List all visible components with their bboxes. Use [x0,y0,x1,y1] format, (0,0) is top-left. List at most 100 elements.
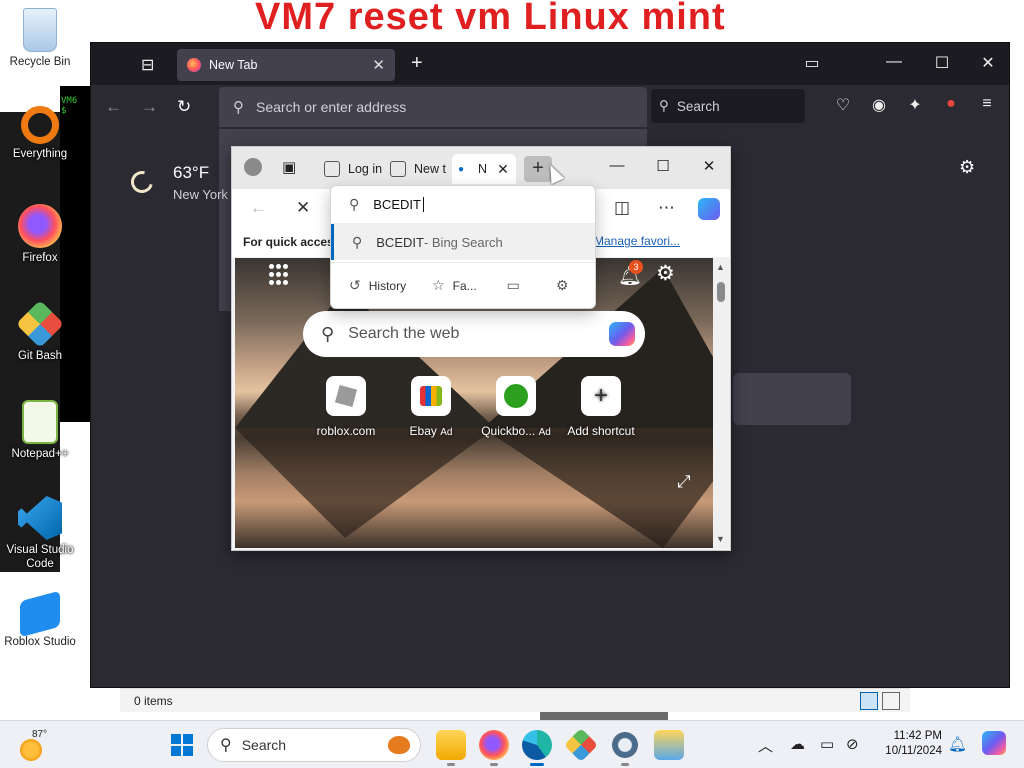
file-explorer-taskbar-icon[interactable] [436,730,466,766]
reload-icon[interactable]: ↻ [177,97,191,117]
desktop-icon-notepadpp[interactable]: Notepad++ [0,400,80,461]
tab-favicon [390,161,406,177]
taskbar-weather-temp: 87° [32,729,48,740]
edge-tab-login[interactable]: Log in [324,154,382,184]
minimize-button[interactable]: — [879,53,909,71]
pocket-icon[interactable]: ♡ [831,95,855,115]
network-offline-icon[interactable]: ☁ [790,735,805,753]
close-button[interactable]: ✕ [973,53,1003,73]
web-search-box[interactable]: ⚲ Search the web [303,311,645,357]
taskbar-search-box[interactable]: ⚲ Search [207,728,421,762]
firefox-tab-new-tab[interactable]: New Tab ✕ [177,49,395,81]
desktop-icon-firefox[interactable]: Firefox [0,204,80,265]
running-indicator [490,763,498,766]
firefox-nav-bar: ← → ↻ ⚲ Search or enter address ⚲ Search… [91,85,1009,129]
pumpkin-search-highlight-icon [388,736,410,754]
minimize-button[interactable]: — [604,157,630,174]
shortcut-quickbooks[interactable]: Quickbo... Ad [471,376,561,438]
ublock-icon[interactable]: ● [939,95,963,113]
system-clock[interactable]: 11:42 PM 10/11/2024 [872,729,942,759]
copilot-icon[interactable] [698,198,720,220]
view-toggle [860,692,900,710]
tab-manager-icon[interactable]: ⊟ [141,55,154,75]
clock-time: 11:42 PM [893,730,942,742]
extensions-icon[interactable]: ✦ [903,95,927,115]
firefox-tab-title: New Tab [209,58,258,72]
edge-tab-active[interactable]: ● N ✕ [452,154,516,184]
copilot-icon[interactable] [609,322,635,346]
desktop-icon-everything[interactable]: Everything [0,106,80,161]
running-indicator [530,763,544,766]
desktop-icon-label: Recycle Bin [9,56,71,68]
plus-icon: + [581,376,621,416]
edge-tab-label: Log in [348,162,382,176]
show-hidden-icons-chevron-icon[interactable]: ︿ [758,735,773,756]
tab-actions-icon[interactable]: ▣ [282,158,296,176]
expand-icon[interactable]: ⤢ [677,472,691,492]
maximize-button[interactable]: ☐ [650,157,676,175]
tiles-view-icon[interactable] [882,692,900,710]
stop-loading-icon[interactable]: ✕ [296,198,310,218]
search-placeholder: Search [676,98,720,114]
git-bash-taskbar-icon[interactable] [564,728,598,762]
edge-tab-new[interactable]: New t [390,154,446,184]
forward-icon[interactable]: → [141,97,158,117]
desktop-icon-label: Visual Studio Code [6,544,74,570]
history-button[interactable]: ↺ History [349,277,406,294]
background-reflection [235,428,495,538]
history-icon: ↺ [349,277,361,293]
firefox-address-bar[interactable]: ⚲ Search or enter address [219,87,647,127]
close-button[interactable]: ✕ [696,157,722,175]
account-icon[interactable]: ◉ [867,95,891,115]
split-screen-icon[interactable]: ◫ [614,198,630,218]
top-site-tile[interactable] [733,373,851,425]
profile-avatar[interactable] [244,158,262,176]
display-icon[interactable]: ▭ [820,735,834,753]
new-tab-button[interactable]: + [411,52,423,75]
manage-favorites-link[interactable]: Manage favori... [594,234,680,248]
menu-icon[interactable]: ≡ [975,95,999,113]
suggestion-item[interactable]: ⚲ BCEDIT - Bing Search [331,224,595,260]
desktop-icon-recycle-bin[interactable]: Recycle Bin [0,8,80,69]
firefox-search-box[interactable]: ⚲ Search [651,89,805,123]
close-tab-icon[interactable]: ✕ [497,161,509,178]
volume-muted-icon[interactable]: ⊘ [846,735,859,753]
edge-taskbar-icon[interactable] [522,730,552,766]
scrollbar-thumb[interactable] [717,282,725,302]
maximize-button[interactable]: ☐ [927,53,957,73]
back-icon[interactable]: ← [250,198,267,218]
page-settings-gear-icon[interactable]: ⚙ [656,261,675,286]
start-button[interactable] [171,734,193,756]
shortcut-roblox[interactable]: roblox.com [301,376,391,438]
collections-button[interactable]: ▭ [507,277,528,294]
close-tab-icon[interactable]: ✕ [372,56,385,74]
more-options-icon[interactable]: ⋯ [658,198,675,218]
settings-gear-icon[interactable]: ⚙ [959,157,975,178]
collections-icon: ▭ [506,277,520,293]
edge-tab-bar: ▣ Log in New t ● N ✕ + — ☐ ✕ [232,147,730,189]
settings-taskbar-icon[interactable] [610,730,640,766]
edge-address-input[interactable]: ⚲ BCEDIT [331,186,595,224]
firefox-taskbar-icon[interactable] [479,730,509,766]
desktop-icon-git-bash[interactable]: Git Bash [0,299,80,363]
app-launcher-icon[interactable] [269,264,291,286]
notifications-bell-icon[interactable]: 🔔︎ 3 [618,260,643,288]
scroll-up-icon[interactable]: ▲ [716,262,725,272]
copilot-taskbar-icon[interactable] [982,731,1006,755]
back-icon[interactable]: ← [105,97,122,117]
desktop-icon-vscode[interactable]: Visual Studio Code [0,496,80,571]
list-all-tabs-icon[interactable]: ▭ [797,53,827,73]
explorer-network-taskbar-icon[interactable] [654,730,684,760]
moon-icon [126,166,158,198]
page-scrollbar[interactable]: ▲ ▼ [713,258,729,548]
scroll-down-icon[interactable]: ▼ [716,534,725,544]
notification-bell-icon[interactable]: 🔔︎ [948,735,967,753]
add-shortcut-button[interactable]: + Add shortcut [556,376,646,438]
suggestion-settings-button[interactable]: ⚙ [556,277,577,294]
desktop-icon-roblox-studio[interactable]: Roblox Studio [0,590,80,649]
shortcut-ebay[interactable]: Ebay Ad [386,376,476,438]
desktop-icon-label: Git Bash [17,350,63,362]
web-search-placeholder: Search the web [348,325,460,342]
details-view-icon[interactable] [860,692,878,710]
favorites-button[interactable]: ☆ Fa... [432,277,477,294]
